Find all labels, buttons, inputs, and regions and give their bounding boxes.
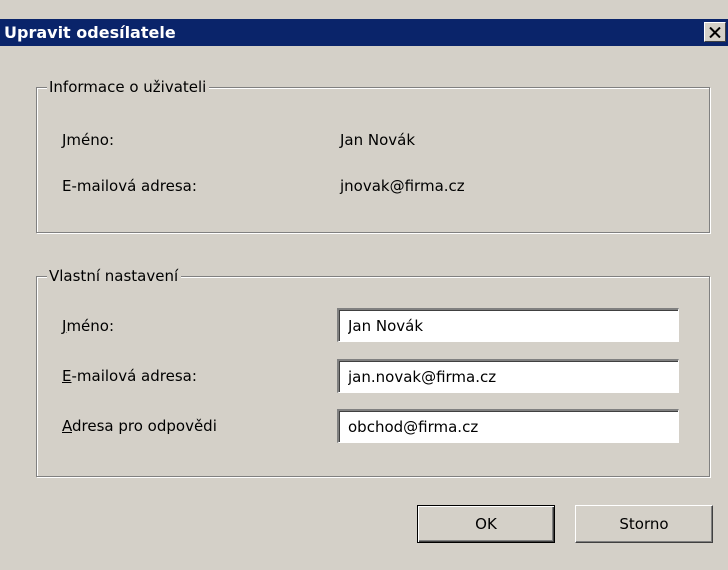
custom-name-input[interactable] bbox=[337, 308, 679, 342]
reply-address-mnemonic: A bbox=[62, 417, 72, 435]
edit-sender-dialog: Upravit odesílatele Informace o uživatel… bbox=[0, 0, 728, 570]
title-bar[interactable]: Upravit odesílatele bbox=[0, 19, 728, 46]
custom-email-input[interactable] bbox=[337, 359, 679, 393]
close-icon bbox=[709, 26, 721, 38]
user-email-value: jnovak@firma.cz bbox=[340, 177, 465, 195]
user-info-legend: Informace o uživateli bbox=[47, 77, 210, 97]
dialog-title: Upravit odesílatele bbox=[4, 23, 176, 42]
ok-button[interactable]: OK bbox=[417, 505, 555, 543]
reply-address-label: Adresa pro odpovědi bbox=[62, 416, 217, 436]
custom-name-label-text: méno: bbox=[66, 317, 115, 335]
reply-address-label-text: dresa pro odpovědi bbox=[72, 417, 217, 435]
close-button[interactable] bbox=[704, 22, 726, 42]
user-info-group: Informace o uživateli bbox=[36, 77, 710, 233]
user-name-label: Jméno: bbox=[62, 131, 115, 149]
reply-address-input[interactable] bbox=[337, 409, 679, 443]
custom-settings-legend: Vlastní nastavení bbox=[47, 266, 182, 286]
custom-name-label: Jméno: bbox=[62, 316, 114, 336]
custom-email-label: E-mailová adresa: bbox=[62, 366, 197, 386]
user-name-value: Jan Novák bbox=[340, 131, 416, 149]
custom-email-label-text: -mailová adresa: bbox=[71, 367, 197, 385]
user-email-label: E-mailová adresa: bbox=[62, 177, 197, 195]
cancel-button[interactable]: Storno bbox=[575, 505, 713, 543]
